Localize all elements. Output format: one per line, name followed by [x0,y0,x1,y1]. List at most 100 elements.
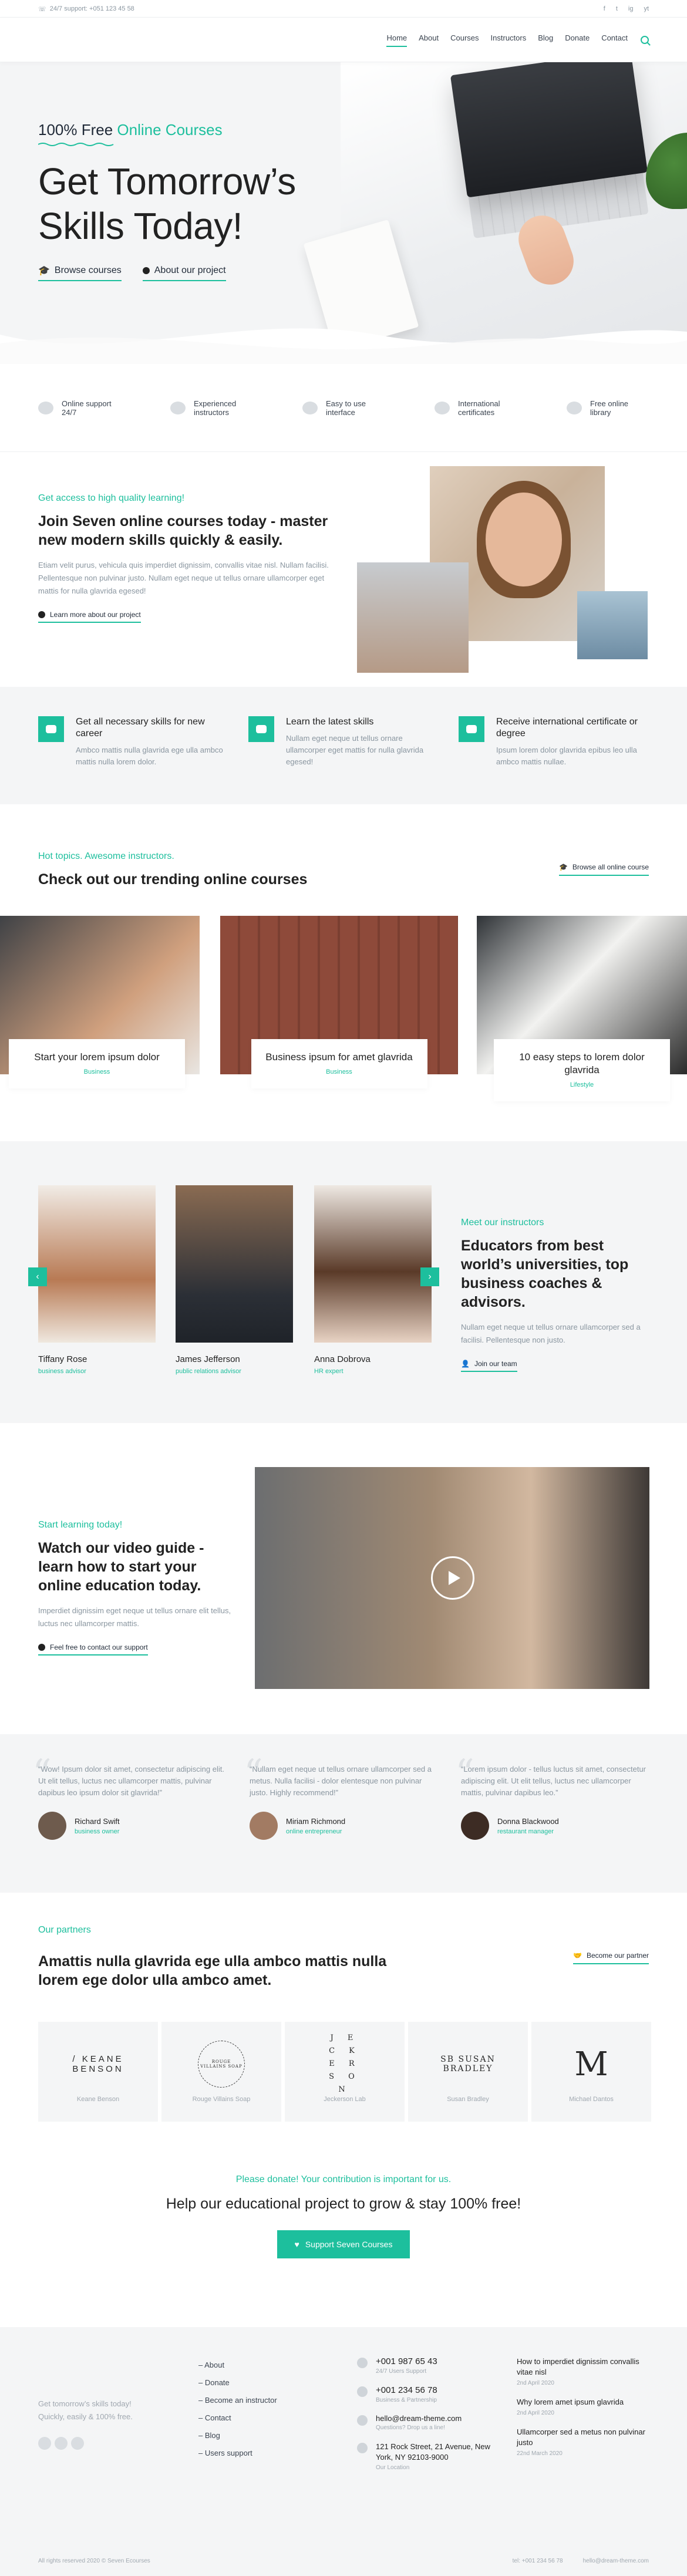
instructor-card[interactable]: Tiffany Rose business advisor [38,1185,156,1375]
contact-support-link[interactable]: Feel free to contact our support [38,1643,148,1655]
youtube-icon[interactable] [71,2437,84,2450]
author-name: Richard Swift [75,1816,120,1826]
join-team-link[interactable]: 👤 Join our team [461,1360,517,1372]
nav-instructors[interactable]: Instructors [491,33,527,47]
testimonial-quote: “Wow! Ipsum dolor sit amet, consectetur … [38,1765,224,1797]
nav-about[interactable]: About [419,33,439,47]
testimonial: “ “Lorem ipsum dolor - tellus luctus sit… [455,1752,649,1840]
nav-contact[interactable]: Contact [601,33,628,47]
support-button[interactable]: ♥ Support Seven Courses [277,2230,410,2258]
instructor-card[interactable]: James Jefferson public relations advisor [176,1185,293,1375]
partner-logo[interactable]: / KEANE BENSON Keane Benson [38,2022,158,2122]
course-category[interactable]: Business [263,1068,416,1075]
become-partner-label: Become our partner [586,1951,649,1960]
post-date: 2nd April 2020 [517,2380,554,2386]
carousel-next-button[interactable]: › [420,1267,439,1286]
footer-post[interactable]: How to imperdiet dignissim convallis vit… [517,2356,652,2386]
nav-home[interactable]: Home [386,33,408,47]
chevron-right-icon: › [428,1272,432,1282]
hero-title-line2: Skills Today! [38,205,243,247]
testimonial-author: Miriam Richmond online entrepreneur [250,1812,437,1840]
contact-main[interactable]: hello@dream-theme.com [376,2414,462,2423]
contact-support-label: Feel free to contact our support [50,1643,148,1651]
facebook-icon[interactable]: f [604,5,605,12]
partner-logo[interactable]: J E C K E R S O N Jeckerson Lab [285,2022,405,2122]
footer-posts: How to imperdiet dignissim convallis vit… [517,2356,652,2467]
benefit-text: Ambco mattis nulla glavrida ege ulla amb… [76,746,223,766]
partner-logo[interactable]: SB SUSAN BRADLEY Susan Bradley [408,2022,528,2122]
play-button[interactable] [431,1556,474,1600]
contact-main[interactable]: +001 987 65 43 [376,2356,437,2366]
browse-courses-link[interactable]: 🎓 Browse courses [38,265,122,281]
testimonial-author: Richard Swift business owner [38,1812,226,1840]
partners-section: Our partners Amattis nulla glavrida ege … [0,1893,687,2174]
youtube-icon[interactable]: yt [644,5,649,12]
browse-all-courses-link[interactable]: 🎓 Browse all online course [558,863,649,876]
intro-text: Get access to high quality learning! Joi… [38,493,332,623]
learn-more-link[interactable]: Learn more about our project [38,611,141,623]
course-category[interactable]: Lifestyle [506,1081,658,1088]
instructors-title: Educators from best world’s universities… [461,1238,629,1310]
partner-logo[interactable]: M Michael Dantos [531,2022,651,2122]
partner-caption: Michael Dantos [569,2096,614,2103]
hero-kicker-prefix: 100% Free [38,121,117,139]
twitter-icon[interactable]: t [616,5,618,12]
footer-post[interactable]: Why lorem amet ipsum glavrida 2nd April … [517,2397,652,2416]
footer-link[interactable]: – Users support [198,2444,277,2462]
topbar: ☏ 24/7 support: +051 123 45 58 f t ig yt [0,0,687,18]
hero-text: 100% Free Online Courses Get Tomorrow’s … [38,121,296,281]
footer-contacts: +001 987 65 43 24/7 Users Support +001 23… [357,2356,493,2481]
footer-link[interactable]: – Donate [198,2374,277,2392]
play-icon [449,1571,460,1585]
footer-post[interactable]: Ullamcorper sed a metus non pulvinar jus… [517,2427,652,2457]
support-phone[interactable]: ☏ 24/7 support: +051 123 45 58 [38,5,134,13]
become-partner-link[interactable]: 🤝 Become our partner [572,1951,649,1964]
footer-link[interactable]: – Become an instructor [198,2392,277,2409]
video-title: Watch our video guide - learn how to sta… [38,1540,204,1594]
course-title[interactable]: Business ipsum for amet glavrida [263,1051,416,1064]
contact-main[interactable]: +001 234 56 78 [376,2385,437,2395]
carousel-prev-button[interactable]: ‹ [28,1267,47,1286]
nav-courses[interactable]: Courses [450,33,479,47]
course-title[interactable]: 10 easy steps to lorem dolor glavrida [506,1051,658,1077]
twitter-icon[interactable] [55,2437,68,2450]
hero-title: Get Tomorrow’s Skills Today! [38,159,296,248]
learn-more-label: Learn more about our project [50,611,141,619]
course-card[interactable]: Start your lorem ipsum dolor Business [0,916,200,1088]
instructor-card[interactable]: Anna Dobrova HR expert [314,1185,432,1375]
feature-line2: library [590,408,611,417]
benefit-title: Get all necessary skills for new career [76,717,205,739]
search-icon[interactable] [641,36,649,44]
footer-tel[interactable]: tel: +001 234 56 78 [513,2558,563,2564]
footer-links: – About – Donate – Become an instructor … [198,2356,277,2462]
footer-link[interactable]: – Contact [198,2409,277,2427]
course-title[interactable]: Start your lorem ipsum dolor [21,1051,173,1064]
course-category[interactable]: Business [21,1068,173,1075]
course-card[interactable]: 10 easy steps to lorem dolor glavrida Li… [477,916,687,1101]
donate-title: Help our educational project to grow & s… [166,2196,521,2212]
partner-logo[interactable]: ROUGE VILLAINS SOAP Rouge Villains Soap [161,2022,281,2122]
footer-link[interactable]: – About [198,2356,277,2374]
features-strip: Online support 24/7 Experienced instructor… [0,364,687,452]
about-project-label: About our project [154,265,226,275]
donate-icon: ♥ [294,2240,299,2249]
course-card[interactable]: Business ipsum for amet glavrida Busines… [220,916,458,1088]
facebook-icon[interactable] [38,2437,51,2450]
instagram-icon[interactable]: ig [628,5,634,12]
footer-link[interactable]: – Blog [198,2427,277,2444]
partner-caption: Jeckerson Lab [324,2096,366,2103]
settings-icon [302,402,318,414]
partner-logo-mark: / KEANE BENSON [72,2054,124,2074]
topbar-social: f t ig yt [604,5,649,12]
footer-link-label: Users support [204,2449,252,2457]
partner-logo-mark: J E C K E R S O N [329,2034,361,2094]
post-title: How to imperdiet dignissim convallis vit… [517,2357,639,2376]
footer-bottom: All rights reserved 2020 © Seven Ecourse… [38,2558,649,2564]
benefit-title: Receive international certificate or deg… [496,717,638,739]
footer-mail[interactable]: hello@dream-theme.com [583,2558,649,2564]
nav-blog[interactable]: Blog [538,33,553,47]
photo-reader [357,562,469,673]
about-project-link[interactable]: About our project [142,265,226,281]
nav-donate[interactable]: Donate [565,33,590,47]
video-player[interactable] [255,1467,649,1689]
